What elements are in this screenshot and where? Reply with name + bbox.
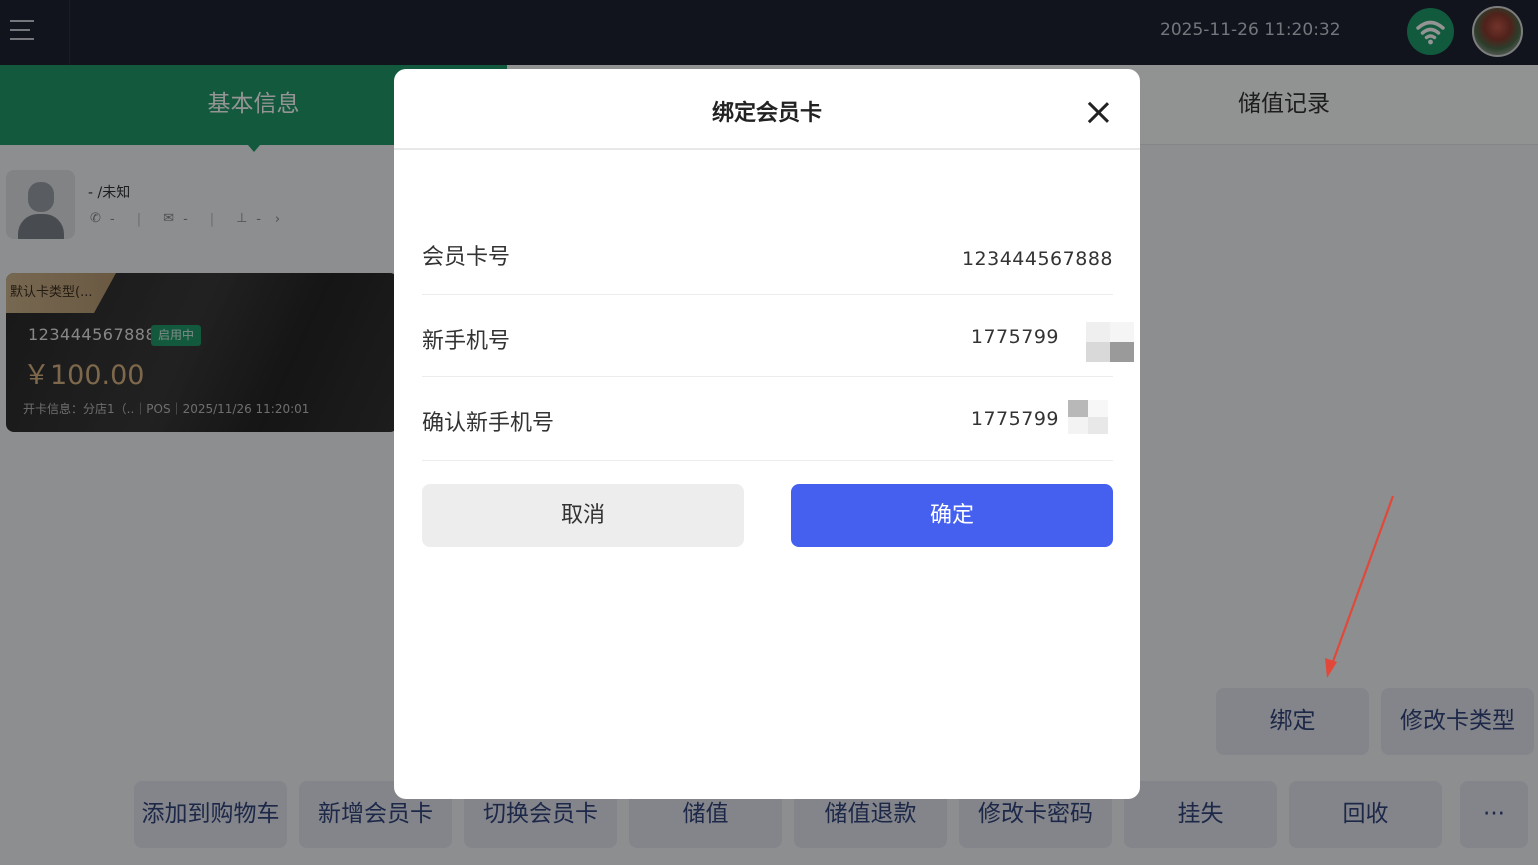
redaction-mask [1068, 400, 1108, 434]
annotation-arrow-icon [1325, 495, 1395, 678]
confirm-phone-label: 确认新手机号 [422, 411, 555, 436]
card-number-row: 会员卡号 123444567888 [422, 214, 1113, 295]
close-icon[interactable] [1083, 97, 1113, 127]
new-phone-label: 新手机号 [422, 329, 511, 354]
cancel-button[interactable]: 取消 [422, 484, 744, 547]
confirm-button[interactable]: 确定 [791, 484, 1113, 547]
dialog-header: 绑定会员卡 [394, 69, 1140, 150]
new-phone-input[interactable]: 1775799 [971, 326, 1059, 348]
new-phone-row: 新手机号 1775799 [422, 295, 1134, 377]
confirm-phone-input[interactable]: 1775799 [971, 408, 1059, 430]
card-number-value[interactable]: 123444567888 [962, 248, 1113, 270]
dialog-title: 绑定会员卡 [711, 101, 822, 126]
bind-card-dialog: 绑定会员卡 会员卡号 123444567888 新手机号 1775799 确认新… [394, 69, 1140, 799]
card-number-label: 会员卡号 [422, 245, 511, 270]
confirm-phone-row: 确认新手机号 1775799 [422, 377, 1113, 461]
redaction-mask [1086, 322, 1134, 362]
